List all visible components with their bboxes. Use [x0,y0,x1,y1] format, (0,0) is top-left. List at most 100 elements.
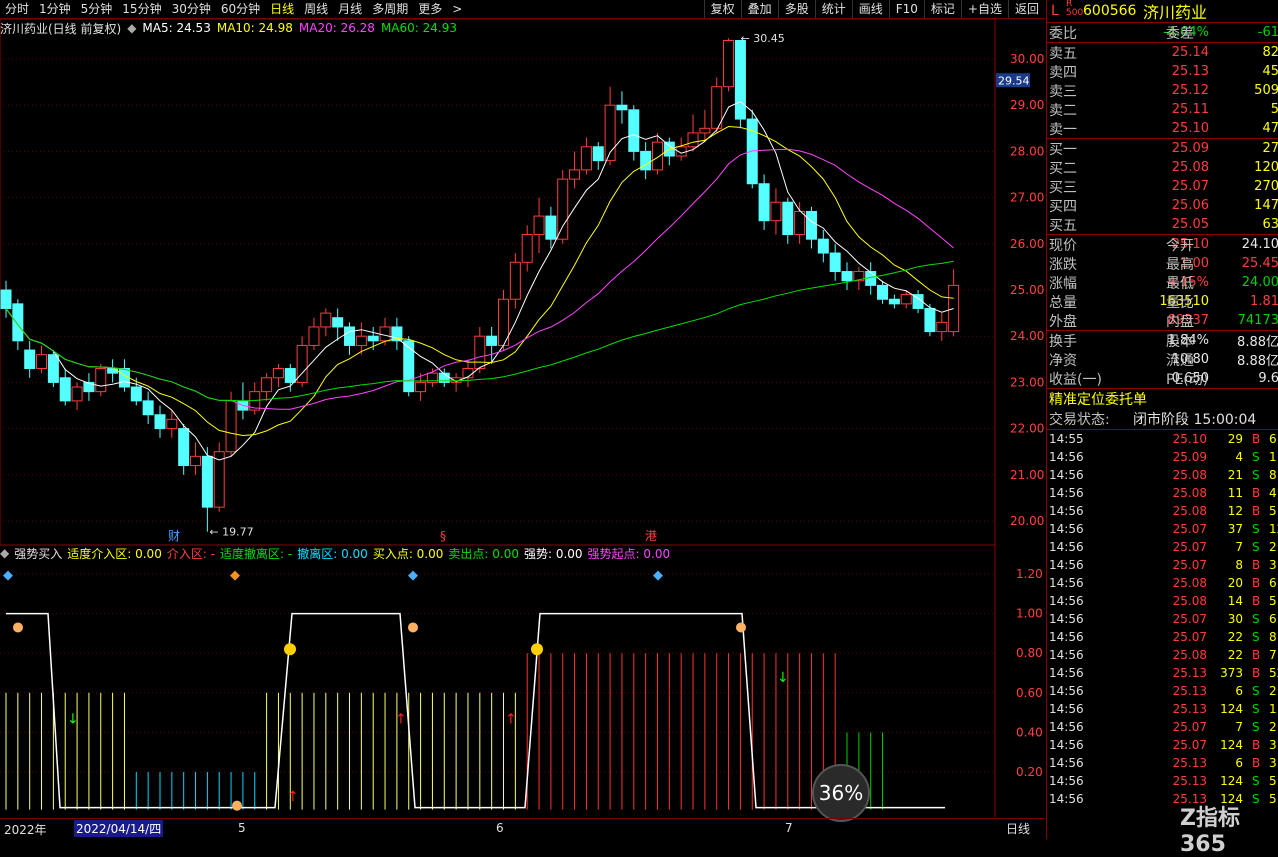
period-tab-9[interactable]: 多周期 [367,0,413,18]
candle-body[interactable] [924,307,936,333]
candle-body[interactable] [308,326,320,346]
candle-body[interactable] [190,455,202,467]
candle-body[interactable] [888,298,900,305]
candle-body[interactable] [166,418,178,430]
bid-row[interactable]: 买五 25.05 63 [1047,215,1278,234]
candle-body[interactable] [782,201,794,236]
progress-badge[interactable]: 36% [812,764,870,822]
period-tab-0[interactable]: 分时 [0,0,34,18]
candle-body[interactable] [592,146,604,162]
candle-body[interactable] [154,414,166,430]
candle-body[interactable] [95,368,107,393]
candle-body[interactable] [261,377,273,393]
candle-body[interactable] [47,354,59,383]
period-tab-6[interactable]: 日线 [265,0,299,18]
candle-body[interactable] [320,312,332,328]
candle-body[interactable] [12,303,24,342]
candle-body[interactable] [59,377,71,402]
candle-body[interactable] [130,386,142,402]
bid-row[interactable]: 买一 25.09 27 [1047,139,1278,158]
bid-row[interactable]: 买四 25.06 147 [1047,196,1278,215]
ask-row[interactable]: 卖五 25.14 82 [1047,43,1278,62]
ask-row[interactable]: 卖一 25.10 47 [1047,119,1278,138]
candle-body[interactable] [355,335,367,346]
toolbar-button-3[interactable]: 统计 [814,0,852,18]
candle-body[interactable] [734,40,746,120]
kline-chart[interactable]: 30.00 29.00 28.00 27.00 26.00 25.00 24.00 23.00… [0,19,1045,817]
toolbar-button-7[interactable]: +自选 [960,0,1008,18]
candle-body[interactable] [36,354,48,370]
period-tab-4[interactable]: 30分钟 [167,0,216,18]
toolbar-button-8[interactable]: 返回 [1007,0,1045,18]
period-tab-1[interactable]: 1分钟 [34,0,76,18]
candle-body[interactable] [344,326,356,346]
candle-body[interactable] [367,335,379,342]
period-tab-7[interactable]: 周线 [299,0,333,18]
candle-body[interactable] [687,132,699,148]
period-tab-10[interactable]: 更多 [413,0,447,18]
event-mark[interactable]: § [440,529,446,543]
candle-body[interactable] [723,40,735,88]
candle-body[interactable] [580,146,592,171]
more-arrow-icon[interactable]: > [447,0,467,18]
candle-body[interactable] [829,252,841,273]
period-tab-2[interactable]: 5分钟 [76,0,118,18]
event-mark[interactable]: 财 [168,529,180,543]
toolbar-button-6[interactable]: 标记 [923,0,961,18]
candle-body[interactable] [900,294,912,305]
candle-body[interactable] [474,335,486,370]
candle-body[interactable] [201,455,213,508]
candle-body[interactable] [936,321,948,333]
indicator-settings-icon[interactable]: ◆ [0,546,9,560]
candle-body[interactable] [521,234,533,263]
candle-body[interactable] [0,289,12,309]
candle-body[interactable] [770,201,782,222]
candle-body[interactable] [877,284,889,300]
bid-row[interactable]: 买三 25.07 270 [1047,177,1278,196]
candle-body[interactable] [805,210,817,240]
toolbar-button-5[interactable]: F10 [888,0,924,18]
candle-body[interactable] [71,386,83,402]
toolbar-button-4[interactable]: 画线 [851,0,889,18]
candle-body[interactable] [841,271,853,282]
candle-body[interactable] [486,335,498,346]
candle-body[interactable] [569,169,581,180]
bid-row[interactable]: 买二 25.08 120 [1047,158,1278,177]
candle-body[interactable] [616,104,628,111]
candle-body[interactable] [817,238,829,254]
candle-body[interactable] [557,178,569,240]
ask-row[interactable]: 卖三 25.12 509 [1047,81,1278,100]
candle-body[interactable] [284,368,296,383]
candle-body[interactable] [415,381,427,393]
candle-body[interactable] [379,326,391,342]
candle-body[interactable] [272,368,284,379]
candle-body[interactable] [225,400,237,453]
toolbar-button-1[interactable]: 叠加 [740,0,778,18]
candle-body[interactable] [533,215,545,236]
candle-body[interactable] [699,127,711,134]
toolbar-button-2[interactable]: 多股 [777,0,815,18]
candle-body[interactable] [403,340,415,393]
event-mark[interactable]: 港 [645,529,657,543]
candle-body[interactable] [107,368,119,374]
order-title[interactable]: 精准定位委托单 [1049,389,1147,409]
timeframe-label[interactable]: 日线 [1006,820,1030,837]
candle-body[interactable] [758,183,770,222]
candle-body[interactable] [628,109,640,152]
period-tab-8[interactable]: 月线 [333,0,367,18]
ask-row[interactable]: 卖四 25.13 45 [1047,62,1278,81]
candle-body[interactable] [332,317,344,328]
candle-body[interactable] [178,428,190,467]
period-tab-5[interactable]: 60分钟 [216,0,265,18]
candle-body[interactable] [24,349,36,370]
candle-body[interactable] [794,210,806,236]
candle-body[interactable] [142,400,154,416]
toolbar-button-0[interactable]: 复权 [703,0,741,18]
candle-body[interactable] [948,284,960,333]
candle-body[interactable] [545,215,557,240]
ask-row[interactable]: 卖二 25.11 5 [1047,100,1278,119]
candle-body[interactable] [651,141,663,171]
period-tab-3[interactable]: 15分钟 [117,0,166,18]
candle-body[interactable] [711,86,723,129]
candle-body[interactable] [509,261,521,300]
